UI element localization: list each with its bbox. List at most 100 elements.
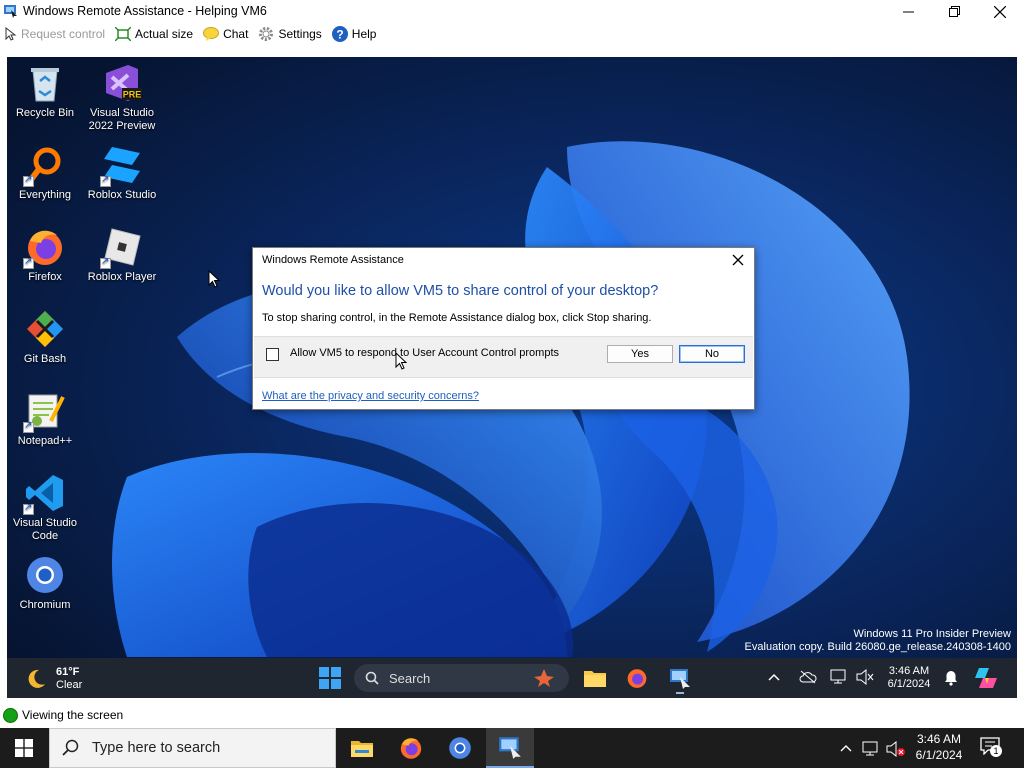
desktop-icon-vscode[interactable]: Visual Studio Code <box>7 473 83 542</box>
status-text: Viewing the screen <box>22 708 124 722</box>
mouse-pointer-icon <box>208 270 220 288</box>
weather-desc: Clear <box>56 679 83 691</box>
evaluation-watermark: Windows 11 Pro Insider Preview Evaluatio… <box>744 628 1011 653</box>
search-icon <box>365 671 379 685</box>
privacy-concerns-link[interactable]: What are the privacy and security concer… <box>262 390 479 402</box>
cloud-offline-icon[interactable] <box>799 670 817 684</box>
start-button[interactable] <box>0 728 48 768</box>
inner-start-button[interactable] <box>313 662 347 694</box>
inner-search-label: Search <box>389 670 431 686</box>
search-icon <box>62 739 79 756</box>
everything-search-icon <box>23 145 65 187</box>
svg-text:?: ? <box>336 28 343 42</box>
desktop-icon-chromium[interactable]: Chromium <box>7 555 83 612</box>
remote-assistance-icon <box>499 737 521 759</box>
roblox-studio-icon <box>100 145 142 187</box>
settings-button[interactable]: Settings <box>258 23 322 45</box>
visual-studio-preview-icon: PRE <box>102 63 142 103</box>
taskbar-file-explorer[interactable] <box>338 728 386 768</box>
dialog-heading: Would you like to allow VM5 to share con… <box>262 283 659 299</box>
volume-muted-icon[interactable] <box>856 669 874 685</box>
host-clock[interactable]: 3:46 AM 6/1/2024 <box>906 731 972 763</box>
uac-checkbox[interactable] <box>266 348 279 361</box>
desktop-icon-everything[interactable]: Everything <box>7 145 83 202</box>
roblox-player-icon <box>100 227 142 269</box>
taskbar-remote-assistance[interactable] <box>486 728 534 768</box>
bell-icon[interactable] <box>944 670 958 686</box>
actual-size-label: Actual size <box>135 27 194 41</box>
network-icon[interactable] <box>830 669 848 685</box>
network-icon[interactable] <box>862 741 880 757</box>
svg-text:PRE: PRE <box>123 90 142 100</box>
copilot-icon[interactable] <box>973 666 999 690</box>
git-bash-icon <box>25 309 65 349</box>
remote-assistance-icon <box>670 669 690 689</box>
desktop-icon-visual-studio-preview[interactable]: PRE Visual Studio 2022 Preview <box>84 63 160 132</box>
close-icon <box>994 5 1006 18</box>
inner-taskbar: 61°F Clear Search 3:46 AM 6/1/2024 <box>7 658 1017 698</box>
folder-icon <box>351 741 373 757</box>
chromium-icon <box>25 555 65 595</box>
notification-count-badge: 1 <box>990 745 1002 757</box>
firefox-icon <box>23 227 65 269</box>
weather-temp: 61°F <box>56 666 80 678</box>
dialog-options-row: Allow VM5 to respond to User Account Con… <box>254 336 753 378</box>
settings-label: Settings <box>278 27 322 41</box>
inner-clock[interactable]: 3:46 AM 6/1/2024 <box>881 665 937 691</box>
dialog-instruction-text: To stop sharing control, in the Remote A… <box>262 312 652 324</box>
windows11-logo-icon <box>319 667 341 689</box>
toolbar: Request control Actual size Chat Setting… <box>0 23 1024 45</box>
remote-assistance-app-icon <box>4 5 17 18</box>
taskbar-firefox[interactable] <box>387 728 435 768</box>
search-highlight-icon <box>534 669 554 687</box>
request-control-label: Request control <box>21 27 106 41</box>
minimize-icon <box>902 11 914 13</box>
dialog-mouse-pointer-icon <box>395 352 407 370</box>
desktop-icon-git-bash[interactable]: Git Bash <box>7 309 83 366</box>
connection-status-icon <box>3 708 18 723</box>
minimize-button[interactable] <box>885 0 931 23</box>
host-search-box[interactable]: Type here to search <box>49 728 336 768</box>
volume-muted-icon[interactable] <box>886 741 906 757</box>
restore-button[interactable] <box>931 0 977 23</box>
inner-firefox-button[interactable] <box>620 662 654 694</box>
request-control-button[interactable]: Request control <box>5 23 105 45</box>
help-button[interactable]: ? Help <box>331 23 377 45</box>
desktop-icon-roblox-player[interactable]: Roblox Player <box>84 227 160 284</box>
cursor-icon <box>5 27 17 41</box>
no-button[interactable]: No <box>679 345 745 363</box>
moon-icon <box>28 669 45 688</box>
desktop-icon-roblox-studio[interactable]: Roblox Studio <box>84 145 160 202</box>
notepad-plus-plus-icon <box>23 391 65 433</box>
chevron-up-icon[interactable] <box>840 743 852 753</box>
yes-button[interactable]: Yes <box>607 345 673 363</box>
help-icon: ? <box>331 26 348 42</box>
desktop-icon-recycle-bin[interactable]: Recycle Bin <box>7 63 83 120</box>
help-label: Help <box>351 27 377 41</box>
inner-file-explorer-button[interactable] <box>578 662 612 694</box>
dialog-title: Windows Remote Assistance <box>262 254 404 266</box>
chevron-up-icon[interactable] <box>768 672 780 682</box>
uac-checkbox-label[interactable]: Allow VM5 to respond to User Account Con… <box>290 347 560 360</box>
weather-widget[interactable]: 61°F Clear <box>21 664 101 694</box>
window-title: Windows Remote Assistance - Helping VM6 <box>23 4 267 18</box>
chromium-icon <box>449 737 471 759</box>
close-button[interactable] <box>977 0 1023 23</box>
desktop-icon-notepad-plus-plus[interactable]: Notepad++ <box>7 391 83 448</box>
remote-desktop-view[interactable]: Recycle Bin PRE Visual Studio 2022 Previ… <box>7 57 1017 698</box>
chat-button[interactable]: Chat <box>203 23 248 45</box>
inner-search-box[interactable]: Search <box>354 664 569 692</box>
taskbar-chromium[interactable] <box>436 728 484 768</box>
inner-remote-assistance-button[interactable] <box>663 662 697 694</box>
host-search-placeholder: Type here to search <box>92 740 221 756</box>
vscode-icon <box>23 473 65 515</box>
recycle-bin-icon <box>25 63 65 103</box>
desktop-icon-firefox[interactable]: Firefox <box>7 227 83 284</box>
actual-size-button[interactable]: Actual size <box>115 23 193 45</box>
window-title-bar: Windows Remote Assistance - Helping VM6 <box>0 0 1024 23</box>
dialog-close-icon[interactable] <box>730 252 746 268</box>
windows-logo-icon <box>15 739 33 757</box>
chat-label: Chat <box>223 27 249 41</box>
restore-icon <box>948 6 960 17</box>
action-center-button[interactable]: 1 <box>980 737 1004 759</box>
